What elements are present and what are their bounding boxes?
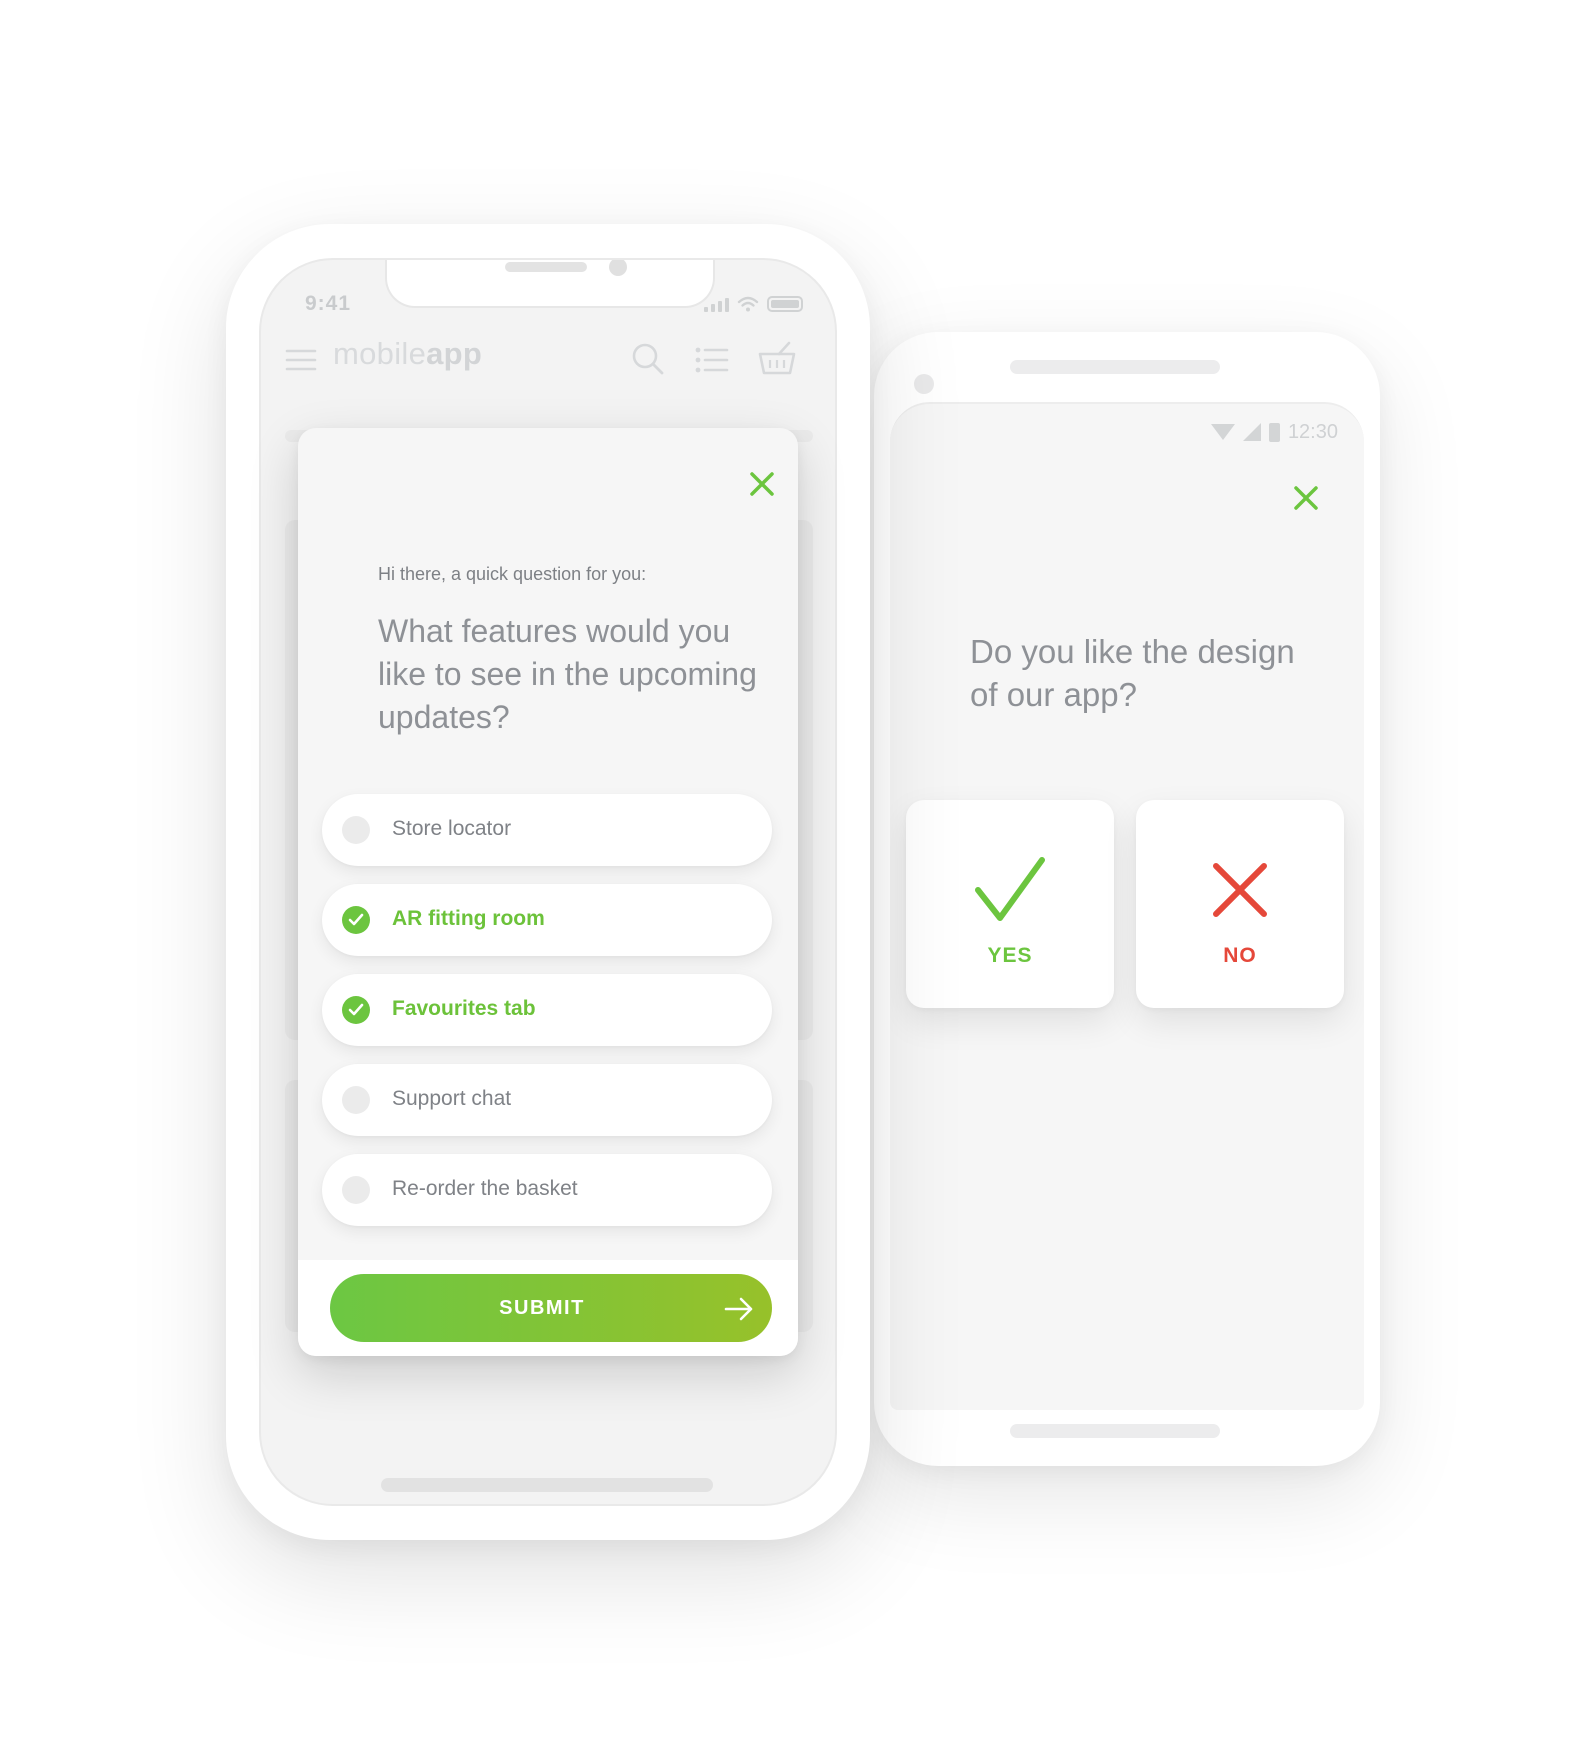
checkmark-icon (970, 850, 1050, 930)
checkmark-circle-icon (342, 906, 370, 934)
search-icon[interactable] (631, 342, 665, 376)
list-icon[interactable] (695, 346, 729, 374)
android-survey-question: Do you like the design of our app? (970, 633, 1295, 713)
android-phone-frame: 12:30 Do you like the design of our app?… (874, 332, 1380, 1466)
android-status-time: 12:30 (1287, 420, 1338, 443)
android-speaker (1010, 360, 1220, 374)
iphone-notch (385, 260, 715, 308)
survey-footer: SUBMIT (298, 1260, 798, 1356)
option-label: Favourites tab (392, 997, 536, 1020)
yes-button[interactable]: YES (906, 800, 1114, 1008)
option-label: Store locator (392, 817, 512, 840)
iphone-home-indicator (381, 1478, 713, 1492)
signal-icon (704, 298, 729, 312)
option-label: AR fitting room (392, 907, 545, 930)
option-support-chat[interactable]: Support chat (322, 1064, 772, 1136)
signal-icon (1242, 423, 1261, 441)
option-reorder-basket[interactable]: Re-order the basket (322, 1154, 772, 1226)
option-store-locator[interactable]: Store locator (322, 794, 772, 866)
battery-icon (767, 296, 803, 312)
survey-question: What features would you like to see in t… (378, 613, 757, 735)
option-ar-fitting-room[interactable]: AR fitting room (322, 884, 772, 956)
survey-greeting: Hi there, a quick question for you: (378, 564, 647, 584)
android-camera (914, 374, 934, 394)
radio-unchecked-icon (342, 1176, 370, 1204)
basket-icon[interactable] (757, 340, 797, 376)
option-label: Support chat (392, 1087, 512, 1110)
wifi-icon (737, 296, 759, 312)
radio-unchecked-icon (342, 1086, 370, 1114)
android-home-indicator (1010, 1424, 1220, 1438)
yes-label: YES (987, 944, 1033, 967)
option-favourites-tab[interactable]: Favourites tab (322, 974, 772, 1046)
no-label: NO (1223, 944, 1257, 967)
app-logo-part1: mobile (333, 336, 427, 371)
arrow-right-icon (724, 1297, 753, 1321)
iphone-status-icons (704, 296, 803, 312)
android-status-bar: 12:30 (1210, 420, 1338, 444)
submit-button[interactable]: SUBMIT (330, 1274, 772, 1342)
checkmark-circle-icon (342, 996, 370, 1024)
option-label: Re-order the basket (392, 1177, 578, 1200)
iphone-camera (609, 260, 627, 276)
battery-icon (1268, 422, 1280, 442)
hamburger-menu-icon[interactable] (285, 348, 317, 372)
cross-icon (1200, 850, 1280, 930)
iphone-frame: 9:41 mobileapp Hi there, a quick questio… (226, 224, 870, 1540)
no-button[interactable]: NO (1136, 800, 1344, 1008)
iphone-status-time: 9:41 (305, 292, 352, 315)
wifi-icon (1210, 424, 1235, 440)
iphone-speaker (505, 262, 587, 272)
close-icon[interactable] (744, 466, 780, 502)
android-screen: 12:30 Do you like the design of our app?… (890, 402, 1364, 1410)
app-logo: mobileapp (333, 336, 482, 372)
survey-modal: Hi there, a quick question for you: What… (298, 428, 798, 1356)
submit-label: SUBMIT (499, 1297, 585, 1319)
app-bar: mobileapp (261, 328, 835, 392)
radio-unchecked-icon (342, 816, 370, 844)
app-logo-part2: app (426, 336, 483, 371)
android-close-icon[interactable] (1288, 480, 1324, 516)
